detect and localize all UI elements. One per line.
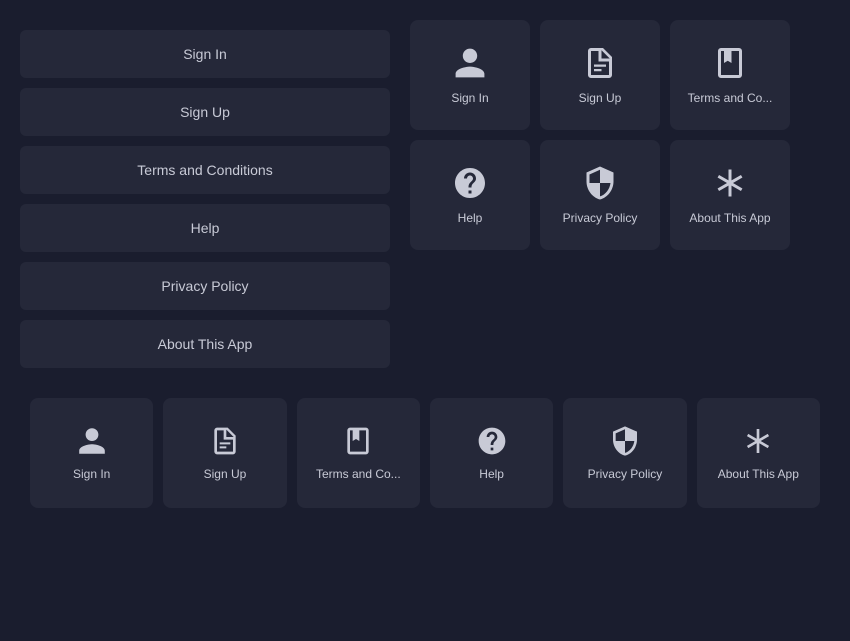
list-sign-in-button[interactable]: Sign In: [20, 30, 390, 78]
strip-terms-tile[interactable]: Terms and Co...: [297, 398, 420, 508]
strip-about-tile[interactable]: About This App: [697, 398, 820, 508]
person-icon: [452, 45, 488, 81]
strip-help-tile[interactable]: Help: [430, 398, 553, 508]
list-help-button[interactable]: Help: [20, 204, 390, 252]
list-terms-button[interactable]: Terms and Conditions: [20, 146, 390, 194]
strip-sign-in-label: Sign In: [73, 467, 110, 481]
strip-about-label: About This App: [718, 467, 799, 481]
strip-document-icon: [209, 425, 241, 457]
strip-person-icon: [76, 425, 108, 457]
document-icon: [582, 45, 618, 81]
strip-help-label: Help: [479, 467, 504, 481]
grid-about-tile[interactable]: About This App: [670, 140, 790, 250]
list-buttons-panel: Sign In Sign Up Terms and Conditions Hel…: [20, 20, 390, 368]
bottom-strip-panel: Sign In Sign Up Terms and Co... Help: [20, 398, 830, 508]
book-icon: [712, 45, 748, 81]
grid-about-label: About This App: [689, 211, 770, 225]
grid-sign-in-tile[interactable]: Sign In: [410, 20, 530, 130]
question-icon: [452, 165, 488, 201]
grid-sign-in-label: Sign In: [451, 91, 488, 105]
grid-privacy-tile[interactable]: Privacy Policy: [540, 140, 660, 250]
grid-sign-up-label: Sign Up: [579, 91, 622, 105]
grid-help-tile[interactable]: Help: [410, 140, 530, 250]
grid-help-label: Help: [458, 211, 483, 225]
strip-sign-up-tile[interactable]: Sign Up: [163, 398, 286, 508]
list-about-button[interactable]: About This App: [20, 320, 390, 368]
strip-shield-icon: [609, 425, 641, 457]
list-privacy-button[interactable]: Privacy Policy: [20, 262, 390, 310]
strip-sign-up-label: Sign Up: [204, 467, 247, 481]
strip-sign-in-tile[interactable]: Sign In: [30, 398, 153, 508]
grid-sign-up-tile[interactable]: Sign Up: [540, 20, 660, 130]
grid-terms-label: Terms and Co...: [688, 91, 773, 105]
strip-book-icon: [342, 425, 374, 457]
strip-terms-label: Terms and Co...: [316, 467, 401, 481]
strip-privacy-label: Privacy Policy: [588, 467, 663, 481]
grid-terms-tile[interactable]: Terms and Co...: [670, 20, 790, 130]
strip-privacy-tile[interactable]: Privacy Policy: [563, 398, 686, 508]
icon-grid-panel: Sign In Sign Up Terms and Co...: [410, 20, 790, 250]
shield-icon: [582, 165, 618, 201]
grid-privacy-label: Privacy Policy: [563, 211, 638, 225]
list-sign-up-button[interactable]: Sign Up: [20, 88, 390, 136]
strip-question-icon: [476, 425, 508, 457]
asterisk-icon: [712, 165, 748, 201]
strip-asterisk-icon: [742, 425, 774, 457]
